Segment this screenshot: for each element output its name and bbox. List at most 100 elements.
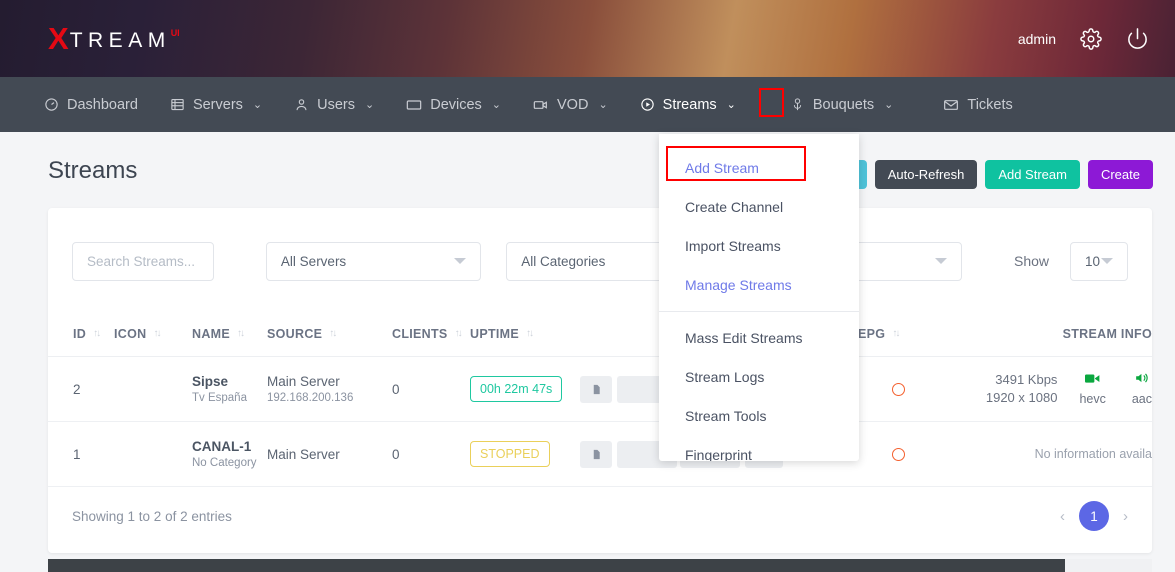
- table-row[interactable]: 2 Sipse Tv España Main Server 192.168.20…: [48, 357, 1152, 422]
- power-icon[interactable]: [1126, 27, 1149, 50]
- streams-dropdown-menu: Add Stream Create Channel Import Streams…: [659, 134, 859, 461]
- col-header-epg[interactable]: EPG ↑↓: [858, 327, 938, 341]
- chevron-down-icon-streams[interactable]: ⌄: [727, 98, 736, 111]
- dropdown-item-fingerprint[interactable]: Fingerprint: [659, 437, 859, 461]
- nav-item-streams[interactable]: Streams ⌄: [640, 77, 736, 132]
- dropdown-item-create-channel[interactable]: Create Channel: [659, 189, 859, 225]
- cell-source: Main Server 192.168.200.136: [267, 374, 382, 404]
- nav-item-dashboard[interactable]: Dashboard: [44, 77, 138, 132]
- horizontal-scrollbar-thumb[interactable]: [48, 559, 1065, 572]
- table-row[interactable]: 1 CANAL-1 No Category Main Server 0 STOP…: [48, 422, 1152, 487]
- server-filter-select[interactable]: All Servers: [265, 241, 482, 281]
- filter-row: Search Streams... All Servers All Catego…: [48, 232, 1152, 290]
- horizontal-scrollbar[interactable]: [48, 559, 1152, 572]
- search-input[interactable]: Search Streams...: [72, 241, 214, 281]
- nav-label-tickets: Tickets: [967, 96, 1013, 113]
- entries-summary: Showing 1 to 2 of 2 entries: [72, 508, 232, 524]
- sort-icon-epg[interactable]: ↑↓: [892, 328, 900, 339]
- sort-icon-name[interactable]: ↑↓: [237, 328, 245, 339]
- dropdown-item-import-streams[interactable]: Import Streams: [659, 228, 859, 264]
- dropdown-item-stream-logs[interactable]: Stream Logs: [659, 359, 859, 395]
- col-header-source[interactable]: SOURCE ↑↓: [267, 327, 382, 341]
- top-header-bar: X TREAM UI admin: [0, 0, 1175, 77]
- cell-epg: [858, 382, 938, 396]
- sort-icon-id[interactable]: ↑↓: [93, 328, 101, 339]
- col-header-stream-info: STREAM INFO: [938, 327, 1152, 341]
- users-icon: [294, 97, 309, 112]
- sort-icon-clients[interactable]: ↑↓: [455, 328, 463, 339]
- main-navigation: Dashboard Servers ⌄ Users ⌄ Devices ⌄ VO…: [0, 77, 1175, 132]
- cell-clients: 0: [392, 381, 400, 397]
- col-header-uptime[interactable]: UPTIME ↑↓: [470, 327, 580, 341]
- dropdown-item-stream-tools[interactable]: Stream Tools: [659, 398, 859, 434]
- header-right-controls: admin: [1018, 27, 1149, 50]
- source-server: Main Server: [267, 446, 340, 462]
- vod-icon: [533, 97, 549, 113]
- col-header-icon[interactable]: ICON ↑↓: [114, 327, 192, 341]
- add-stream-highlight-box: [666, 146, 806, 181]
- brand-logo[interactable]: X TREAM UI: [48, 23, 180, 54]
- sort-icon-uptime[interactable]: ↑↓: [526, 328, 534, 339]
- nav-item-tickets[interactable]: Tickets: [943, 77, 1013, 132]
- sort-icon-icon[interactable]: ↑↓: [153, 328, 161, 339]
- tickets-icon: [943, 97, 959, 113]
- col-label-epg: EPG: [858, 326, 886, 341]
- nav-item-bouquets[interactable]: Bouquets ⌄: [790, 77, 893, 132]
- col-header-name[interactable]: NAME ↑↓: [192, 327, 267, 341]
- show-entries-select[interactable]: 10: [1070, 241, 1129, 281]
- category-filter-value: All Categories: [521, 253, 606, 269]
- cell-name: CANAL-1 No Category: [192, 439, 267, 469]
- nav-item-devices[interactable]: Devices ⌄: [406, 77, 501, 132]
- app-root: X TREAM UI admin Dashboard Servers ⌄ Use…: [0, 0, 1175, 572]
- audio-codec-label: aac: [1131, 392, 1152, 406]
- nav-label-streams: Streams: [662, 96, 717, 113]
- create-button[interactable]: Create: [1087, 160, 1153, 189]
- cell-stream-info: No information availa: [938, 447, 1152, 461]
- pagination-prev-button[interactable]: ‹: [1060, 508, 1065, 525]
- video-codec-label: hevc: [1079, 392, 1106, 406]
- video-codec-block: hevc: [1079, 372, 1106, 406]
- sort-icon-source[interactable]: ↑↓: [329, 328, 337, 339]
- stream-category: No Category: [192, 457, 257, 469]
- epg-circle-icon: [891, 447, 905, 461]
- streams-card: Search Streams... All Servers All Catego…: [48, 208, 1152, 553]
- add-stream-button[interactable]: Add Stream: [985, 160, 1080, 189]
- brand-logo-sup: UI: [170, 28, 180, 38]
- chevron-down-icon-devices[interactable]: ⌄: [492, 98, 501, 111]
- stream-name: Sipse: [192, 374, 229, 389]
- devices-icon: [406, 97, 422, 113]
- file-icon-button[interactable]: [580, 375, 612, 403]
- pagination-next-button[interactable]: ›: [1123, 508, 1128, 525]
- col-header-clients[interactable]: CLIENTS ↑↓: [382, 327, 470, 341]
- chevron-down-icon-vod[interactable]: ⌄: [598, 98, 607, 111]
- dropdown-item-mass-edit-streams[interactable]: Mass Edit Streams: [659, 320, 859, 356]
- auto-refresh-button[interactable]: Auto-Refresh: [874, 160, 978, 189]
- chevron-down-icon-show: [1101, 258, 1114, 264]
- chevron-down-icon-users[interactable]: ⌄: [365, 98, 374, 111]
- admin-username[interactable]: admin: [1018, 31, 1056, 47]
- speaker-icon: [1135, 372, 1149, 387]
- cell-uptime: STOPPED: [470, 441, 580, 467]
- file-icon-button[interactable]: [580, 440, 612, 468]
- stream-name: CANAL-1: [192, 439, 252, 454]
- brand-logo-text: TREAM: [69, 29, 171, 52]
- cell-id: 1: [73, 446, 81, 462]
- chevron-down-icon-servers[interactable]: ⌄: [253, 98, 262, 111]
- stream-resolution: 1920 x 1080: [985, 390, 1058, 405]
- dropdown-separator: [659, 311, 859, 312]
- nav-item-servers[interactable]: Servers ⌄: [170, 77, 262, 132]
- table-footer: Showing 1 to 2 of 2 entries ‹ 1 ›: [48, 501, 1152, 531]
- pagination-page-1[interactable]: 1: [1079, 501, 1109, 531]
- page-title: Streams: [48, 157, 138, 184]
- nav-item-users[interactable]: Users ⌄: [294, 77, 374, 132]
- cell-clients: 0: [392, 446, 400, 462]
- dropdown-item-manage-streams[interactable]: Manage Streams: [659, 267, 859, 303]
- cell-epg: [858, 447, 938, 461]
- stream-bitrate-resolution: 3491 Kbps 1920 x 1080: [986, 371, 1058, 407]
- gear-icon[interactable]: [1080, 27, 1102, 50]
- cell-stream-info: 3491 Kbps 1920 x 1080 hevc aac: [938, 371, 1152, 407]
- nav-item-vod[interactable]: VOD ⌄: [533, 77, 608, 132]
- chevron-down-icon-bouquets[interactable]: ⌄: [884, 98, 893, 111]
- col-header-id[interactable]: ID ↑↓: [48, 327, 114, 341]
- pagination: ‹ 1 ›: [1060, 501, 1128, 531]
